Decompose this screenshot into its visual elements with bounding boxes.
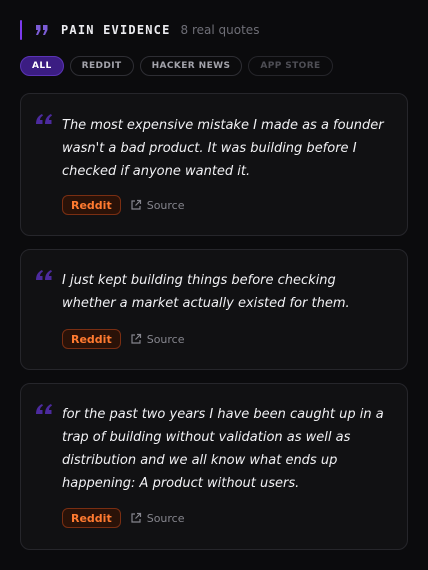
quote-meta: Reddit Source xyxy=(62,508,185,528)
quote-meta: Reddit Source xyxy=(62,195,185,215)
quote-text: I just kept building things before check… xyxy=(62,273,350,311)
quote-icon xyxy=(33,21,51,39)
source-badge-reddit: Reddit xyxy=(62,329,121,349)
source-link-label: Source xyxy=(146,198,185,212)
section-title: PAIN EVIDENCE xyxy=(61,23,171,37)
source-link[interactable]: Source xyxy=(130,333,185,346)
quote-card: I just kept building things before check… xyxy=(20,249,408,370)
quote-mark-icon xyxy=(34,267,54,283)
source-badge-reddit: Reddit xyxy=(62,195,121,215)
section-header: PAIN EVIDENCE 8 real quotes xyxy=(20,20,259,40)
source-filter-tabs: ALL REDDIT HACKER NEWS APP STORE xyxy=(20,56,333,76)
quote-card: for the past two years I have been caugh… xyxy=(20,383,408,550)
quote-card: The most expensive mistake I made as a f… xyxy=(20,93,408,236)
external-link-icon xyxy=(131,199,141,210)
external-link-icon xyxy=(131,333,141,344)
source-link[interactable]: Source xyxy=(130,199,185,212)
quote-count: 8 real quotes xyxy=(180,23,260,37)
tab-app-store[interactable]: APP STORE xyxy=(248,56,333,76)
quote-mark-icon xyxy=(34,401,54,417)
quote-mark-icon xyxy=(34,111,54,127)
quote-text: The most expensive mistake I made as a f… xyxy=(62,118,384,179)
source-badge-reddit: Reddit xyxy=(62,508,121,528)
quote-meta: Reddit Source xyxy=(62,329,185,349)
source-link[interactable]: Source xyxy=(130,512,185,525)
external-link-icon xyxy=(131,512,141,523)
tab-hacker-news[interactable]: HACKER NEWS xyxy=(139,56,243,76)
accent-bar xyxy=(20,20,22,40)
tab-reddit[interactable]: REDDIT xyxy=(69,56,134,76)
source-link-label: Source xyxy=(146,332,185,346)
quote-text: for the past two years I have been caugh… xyxy=(62,407,384,491)
source-link-label: Source xyxy=(146,511,185,525)
tab-all[interactable]: ALL xyxy=(20,56,64,76)
